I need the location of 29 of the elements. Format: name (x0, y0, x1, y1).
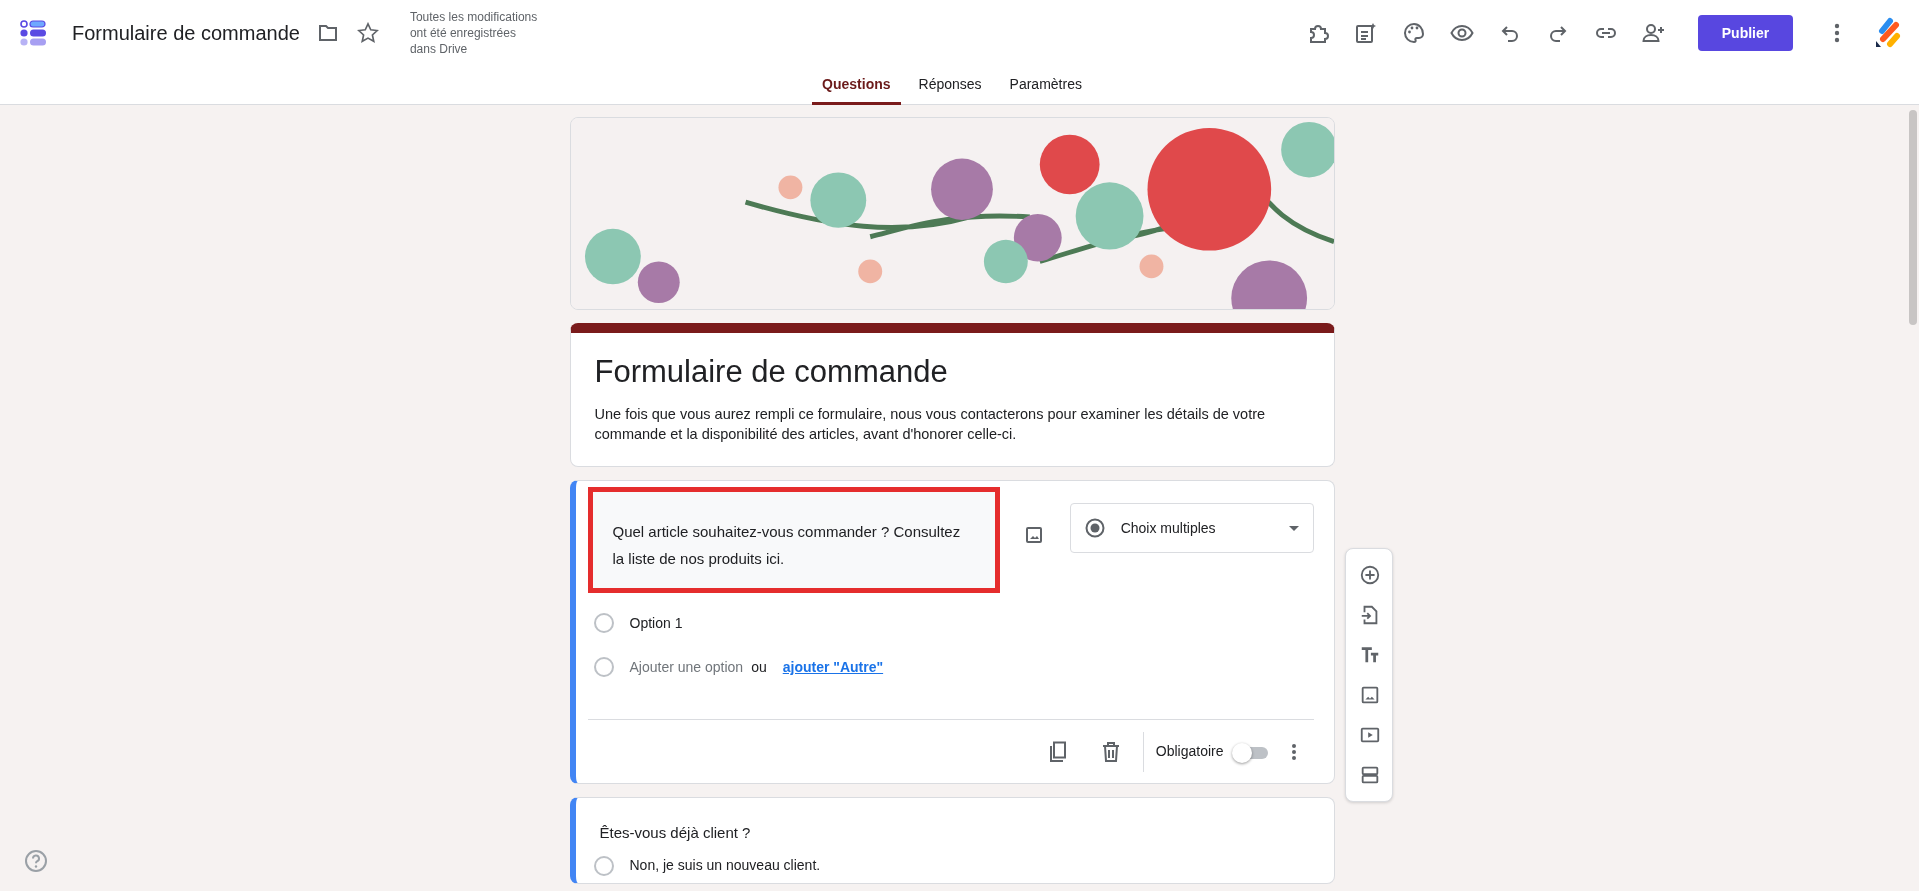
question-field[interactable]: Quel article souhaitez-vous commander ? Consultez la liste de nos produits ici. (587, 487, 1001, 594)
tab[interactable]: Paramètres (999, 66, 1092, 105)
tab[interactable]: Questions (812, 66, 901, 105)
option-label[interactable]: Non, je suis un nouveau client. (629, 855, 821, 877)
radio-button[interactable] (593, 855, 614, 876)
required-toggle[interactable] (1231, 741, 1268, 762)
radio-button[interactable] (593, 613, 614, 634)
question-card[interactable]: Êtes-vous déjà client ? Non, je suis un nouveau client. (569, 797, 1335, 884)
required-label: Obligatoire (1155, 742, 1224, 762)
caret-icon (1288, 525, 1299, 531)
publish-button[interactable]: Publier (1698, 15, 1793, 51)
save-status: Toutes les modifications ont été enregistrées dans Drive (409, 9, 539, 57)
radio-icon (1084, 518, 1105, 539)
form-description[interactable]: Une fois que vous aurez rempli ce formulaire, nous vous contacterons pour examiner les détails de votre commande et la disponibilité des articles, avant d'honorer celle-ci. (594, 404, 1310, 445)
tab[interactable]: Réponses (908, 66, 992, 105)
app-logo[interactable] (20, 20, 46, 46)
scrollbar-thumb[interactable] (1909, 110, 1917, 325)
or-text: ou (751, 657, 767, 677)
option-label[interactable]: Option 1 (629, 612, 683, 634)
add-option-field[interactable]: Ajouter une option (629, 656, 744, 678)
question-text[interactable]: Êtes-vous déjà client ? (587, 804, 751, 849)
add-other-link[interactable]: ajouter "Autre" (782, 656, 884, 678)
option-circle-icon (593, 657, 614, 678)
question-type-dropdown[interactable]: Choix multiples (1069, 503, 1314, 554)
question-card[interactable]: Quel article souhaitez-vous commander ? Consultez la liste de nos produits ici. Choix multiples Option 1 Ajouter une option ou ajouter "Autre" Obligatoire (569, 480, 1335, 785)
document-title[interactable]: Formulaire de commande (72, 18, 300, 48)
brand-logo[interactable] (1873, 17, 1901, 49)
form-title[interactable]: Formulaire de commande (594, 353, 1310, 391)
dropdown-label: Choix multiples (1120, 518, 1216, 538)
